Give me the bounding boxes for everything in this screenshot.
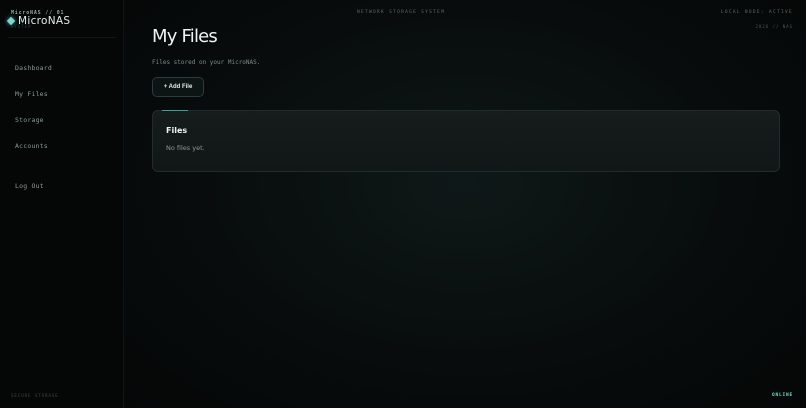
brand-subtitle: SYSTEM	[11, 24, 32, 29]
sidebar: MicroNAS // 01 MicroNAS SYSTEM Dashboard…	[0, 0, 124, 408]
brand-divider	[8, 37, 116, 38]
sidebar-item-log-out[interactable]: Log Out	[15, 182, 44, 190]
sidebar-item-accounts[interactable]: Accounts	[15, 142, 48, 150]
sidebar-item-storage[interactable]: Storage	[15, 116, 44, 124]
topbar-year-label: 2026 // NAS	[755, 24, 793, 29]
card-accent-line	[162, 110, 188, 111]
topbar-system-label: NETWORK STORAGE SYSTEM	[357, 10, 446, 15]
topbar-node-status: LOCAL NODE: ACTIVE	[720, 10, 793, 15]
empty-state-text: No files yet.	[166, 144, 205, 152]
add-file-button[interactable]: + Add File	[152, 77, 204, 97]
sidebar-item-my-files[interactable]: My Files	[15, 90, 48, 98]
page-title: My Files	[152, 26, 218, 47]
files-card: Files No files yet.	[152, 110, 780, 172]
main-content: NETWORK STORAGE SYSTEM LOCAL NODE: ACTIV…	[125, 0, 806, 408]
files-card-title: Files	[166, 126, 188, 135]
sidebar-item-dashboard[interactable]: Dashboard	[15, 64, 52, 72]
page-description: Files stored on your MicroNAS.	[152, 59, 261, 66]
sidebar-footer: SECURE STORAGE	[11, 393, 59, 398]
status-badge: ONLINE	[771, 393, 793, 398]
